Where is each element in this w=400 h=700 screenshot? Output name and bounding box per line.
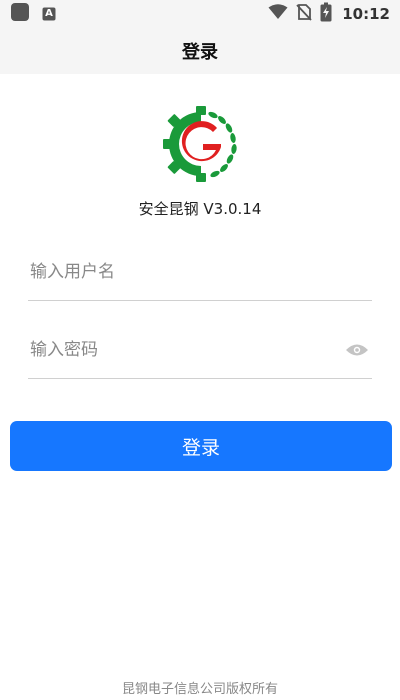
- status-bar-left: A: [10, 2, 56, 26]
- no-sim-icon: [296, 3, 312, 25]
- username-input[interactable]: [28, 252, 372, 292]
- username-field-container: [28, 244, 372, 301]
- status-bar: A 10:12: [0, 0, 400, 28]
- wifi-icon: [268, 4, 288, 24]
- login-button[interactable]: 登录: [10, 421, 392, 471]
- copyright-footer: 昆钢电子信息公司版权所有: [121, 682, 278, 697]
- company-logo: [163, 106, 239, 182]
- app-version: 安全昆钢 V3.0.14: [138, 200, 262, 218]
- password-field-container: [28, 322, 372, 379]
- a-letter-icon: A: [42, 7, 56, 21]
- status-time: 10:12: [342, 5, 390, 23]
- page-title: 登录: [182, 42, 218, 63]
- password-input[interactable]: [28, 330, 344, 370]
- a-letter-text: A: [45, 8, 53, 19]
- app-bar: 登录: [0, 28, 400, 74]
- login-screen: A 10:12 登录 安全昆钢 V3.0.14 输入用户名 登录 昆钢电子信息公…: [0, 0, 400, 700]
- battery-charging-icon: [320, 2, 332, 26]
- app-square-icon: [10, 2, 30, 26]
- status-bar-right: 10:12: [268, 2, 390, 26]
- show-password-eye-icon[interactable]: [344, 341, 370, 359]
